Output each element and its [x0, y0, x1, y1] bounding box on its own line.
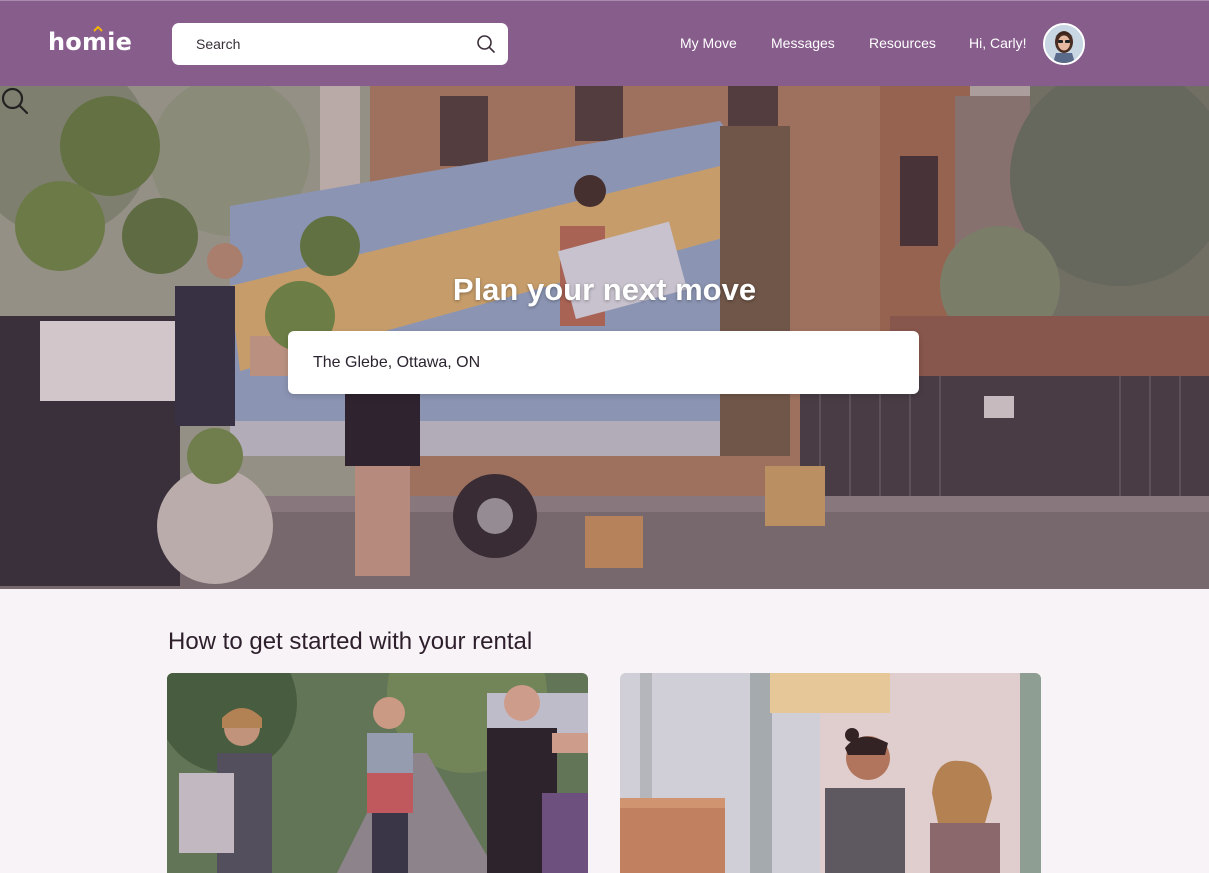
rental-guide-card-1[interactable] — [167, 673, 588, 873]
hero-banner: Plan your next move — [0, 86, 1209, 589]
logo-roof-icon — [93, 26, 103, 32]
homie-logo[interactable]: homie — [48, 28, 132, 56]
user-avatar-icon — [1045, 25, 1083, 63]
search-input[interactable] — [196, 35, 466, 53]
search-icon[interactable] — [476, 34, 496, 54]
avatar[interactable] — [1043, 23, 1085, 65]
top-navbar: homie My Move Messages Resources Hi, Car… — [0, 0, 1209, 86]
family-moving-photo — [167, 673, 588, 873]
nav-resources[interactable]: Resources — [869, 35, 936, 51]
hero-search-box — [288, 331, 919, 394]
couple-unpacking-photo — [620, 673, 1041, 873]
location-search-input[interactable] — [313, 352, 853, 374]
user-greeting: Hi, Carly! — [969, 35, 1027, 51]
nav-my-move[interactable]: My Move — [680, 35, 737, 51]
search-icon[interactable] — [0, 86, 30, 116]
hero-title: Plan your next move — [452, 272, 757, 307]
section-title: How to get started with your rental — [168, 628, 533, 655]
rental-guide-card-2[interactable] — [620, 673, 1041, 873]
nav-messages[interactable]: Messages — [771, 35, 835, 51]
